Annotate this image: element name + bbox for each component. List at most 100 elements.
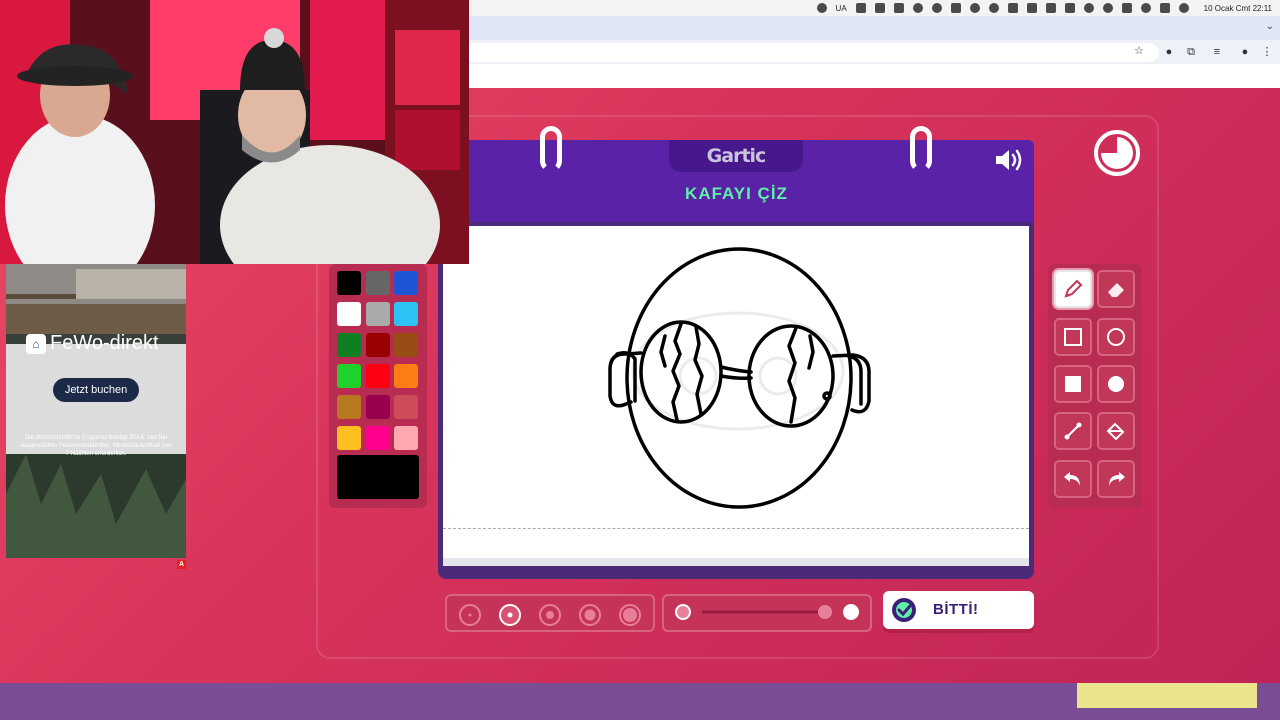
color-swatch[interactable] <box>366 395 390 419</box>
eraser-tool[interactable] <box>1097 270 1135 308</box>
display-icon[interactable] <box>950 3 961 13</box>
menubar-clock[interactable]: 10 Ocak Cmt 22:11 <box>1204 4 1272 13</box>
color-swatch[interactable] <box>394 395 418 419</box>
play-icon[interactable] <box>988 3 999 13</box>
ad-choices-badge[interactable]: A <box>177 560 186 569</box>
advertisement[interactable]: ⌂ FeWo-direkt Jetzt buchen Die durchschn… <box>6 264 186 558</box>
timer-icon <box>1094 130 1140 176</box>
mac-menubar: UA 10 Ocak Cmt 22:11 <box>469 0 1280 16</box>
webcam-feed <box>0 0 469 264</box>
battery-icon[interactable] <box>1064 3 1075 13</box>
brush-size-option[interactable] <box>619 604 641 626</box>
ellipse-tool[interactable] <box>1097 318 1135 356</box>
eraser-icon <box>1108 283 1124 297</box>
pencil-tool[interactable] <box>1054 270 1092 308</box>
opacity-slider[interactable] <box>662 594 872 632</box>
ad-brand: ⌂ FeWo-direkt <box>26 332 159 355</box>
gartic-logo: Gartic <box>706 145 767 167</box>
head-drawing <box>608 247 871 509</box>
input-source-label[interactable]: UA <box>836 4 847 13</box>
ad-fine-print: Die durchschnittliche Ersparnis beträgt … <box>20 435 172 457</box>
color-swatch[interactable] <box>394 333 418 357</box>
color-swatch[interactable] <box>366 302 390 326</box>
house-logo-icon: ⌂ <box>26 333 46 354</box>
color-swatch[interactable] <box>394 364 418 388</box>
color-swatch[interactable] <box>337 426 361 450</box>
color-swatch[interactable] <box>366 271 390 295</box>
menu-extra-icon[interactable] <box>855 3 866 13</box>
rectangle-tool[interactable] <box>1054 318 1092 356</box>
rectangle-filled-icon <box>1065 376 1081 392</box>
color-swatch[interactable] <box>366 333 390 357</box>
chevron-down-icon[interactable]: ⌄ <box>1266 21 1274 32</box>
reading-list-icon[interactable]: ≡ <box>1211 46 1223 58</box>
fill-tool[interactable] <box>1097 412 1135 450</box>
color-swatch[interactable] <box>394 426 418 450</box>
color-swatch[interactable] <box>394 302 418 326</box>
filled-ellipse-tool[interactable] <box>1097 365 1135 403</box>
drawing-canvas[interactable] <box>443 226 1029 566</box>
search-icon[interactable] <box>1140 3 1151 13</box>
user-icon[interactable] <box>1102 3 1113 13</box>
pencil-icon <box>1064 279 1083 298</box>
redo-button[interactable] <box>1097 460 1135 498</box>
siri-icon[interactable] <box>1178 3 1189 13</box>
browser-toolbar: ☆ ● ⧉ ≡ ● ⋮ <box>469 40 1280 64</box>
status-icon[interactable] <box>816 3 827 13</box>
binder-ring-icon <box>910 126 932 172</box>
control-center-icon[interactable] <box>1159 3 1170 13</box>
logo-tab: Gartic <box>669 140 803 172</box>
canvas-baseline <box>443 528 1029 529</box>
bookmark-star-icon[interactable]: ☆ <box>1133 45 1145 57</box>
line-icon <box>1064 422 1082 440</box>
volume-icon[interactable] <box>1007 3 1018 13</box>
menu-extra-icon[interactable] <box>874 3 885 13</box>
more-menu-icon[interactable]: ⋮ <box>1261 46 1273 58</box>
color-swatch[interactable] <box>337 333 361 357</box>
opacity-track <box>675 604 859 620</box>
color-swatch[interactable] <box>394 271 418 295</box>
menu-extra-icon[interactable] <box>912 3 923 13</box>
undo-button[interactable] <box>1054 460 1092 498</box>
wifi-icon[interactable] <box>1083 3 1094 13</box>
bookmarks-bar <box>469 64 1280 88</box>
color-swatch[interactable] <box>337 302 361 326</box>
extension-icon[interactable]: ● <box>1163 46 1175 58</box>
profile-avatar-icon[interactable]: ● <box>1239 46 1251 58</box>
eject-icon[interactable] <box>1045 3 1056 13</box>
menu-extra-icon[interactable] <box>969 3 980 13</box>
menu-extra-icon[interactable] <box>893 3 904 13</box>
color-swatch[interactable] <box>337 364 361 388</box>
color-swatch[interactable] <box>337 271 361 295</box>
control-center-icon[interactable] <box>1121 3 1132 13</box>
rectangle-outline-icon <box>1064 328 1082 346</box>
drawing-word: KAFAYI ÇİZ <box>685 184 788 203</box>
speaker-icon[interactable] <box>994 147 1024 173</box>
line-tool[interactable] <box>1054 412 1092 450</box>
paint-bucket-icon <box>1106 422 1125 441</box>
menu-extra-icon[interactable] <box>931 3 942 13</box>
checkmark-icon <box>892 598 916 622</box>
color-swatch[interactable] <box>366 426 390 450</box>
extensions-puzzle-icon[interactable]: ⧉ <box>1185 46 1197 58</box>
brush-size-option[interactable] <box>539 604 561 626</box>
circle-filled-icon <box>1108 376 1124 392</box>
color-swatch[interactable] <box>366 364 390 388</box>
brush-size-option[interactable] <box>499 604 521 626</box>
ad-brand-name: FeWo-direkt <box>50 332 159 354</box>
brush-size-option[interactable] <box>579 604 601 626</box>
current-color-preview <box>337 455 419 499</box>
brush-size-option[interactable] <box>459 604 481 626</box>
color-swatch[interactable] <box>337 395 361 419</box>
sticky-note <box>1077 683 1257 708</box>
browser-tab-strip: ⌄ <box>469 16 1280 40</box>
webcam-overlay <box>0 0 469 264</box>
circle-outline-icon <box>1107 328 1125 346</box>
filled-rectangle-tool[interactable] <box>1054 365 1092 403</box>
brush-size-selector <box>445 594 655 632</box>
done-button[interactable]: BİTTİ! <box>883 591 1034 629</box>
bluetooth-icon[interactable] <box>1026 3 1037 13</box>
address-bar[interactable]: ☆ <box>469 43 1159 62</box>
done-button-label: BİTTİ! <box>933 601 979 618</box>
ad-cta-button[interactable]: Jetzt buchen <box>53 378 139 402</box>
